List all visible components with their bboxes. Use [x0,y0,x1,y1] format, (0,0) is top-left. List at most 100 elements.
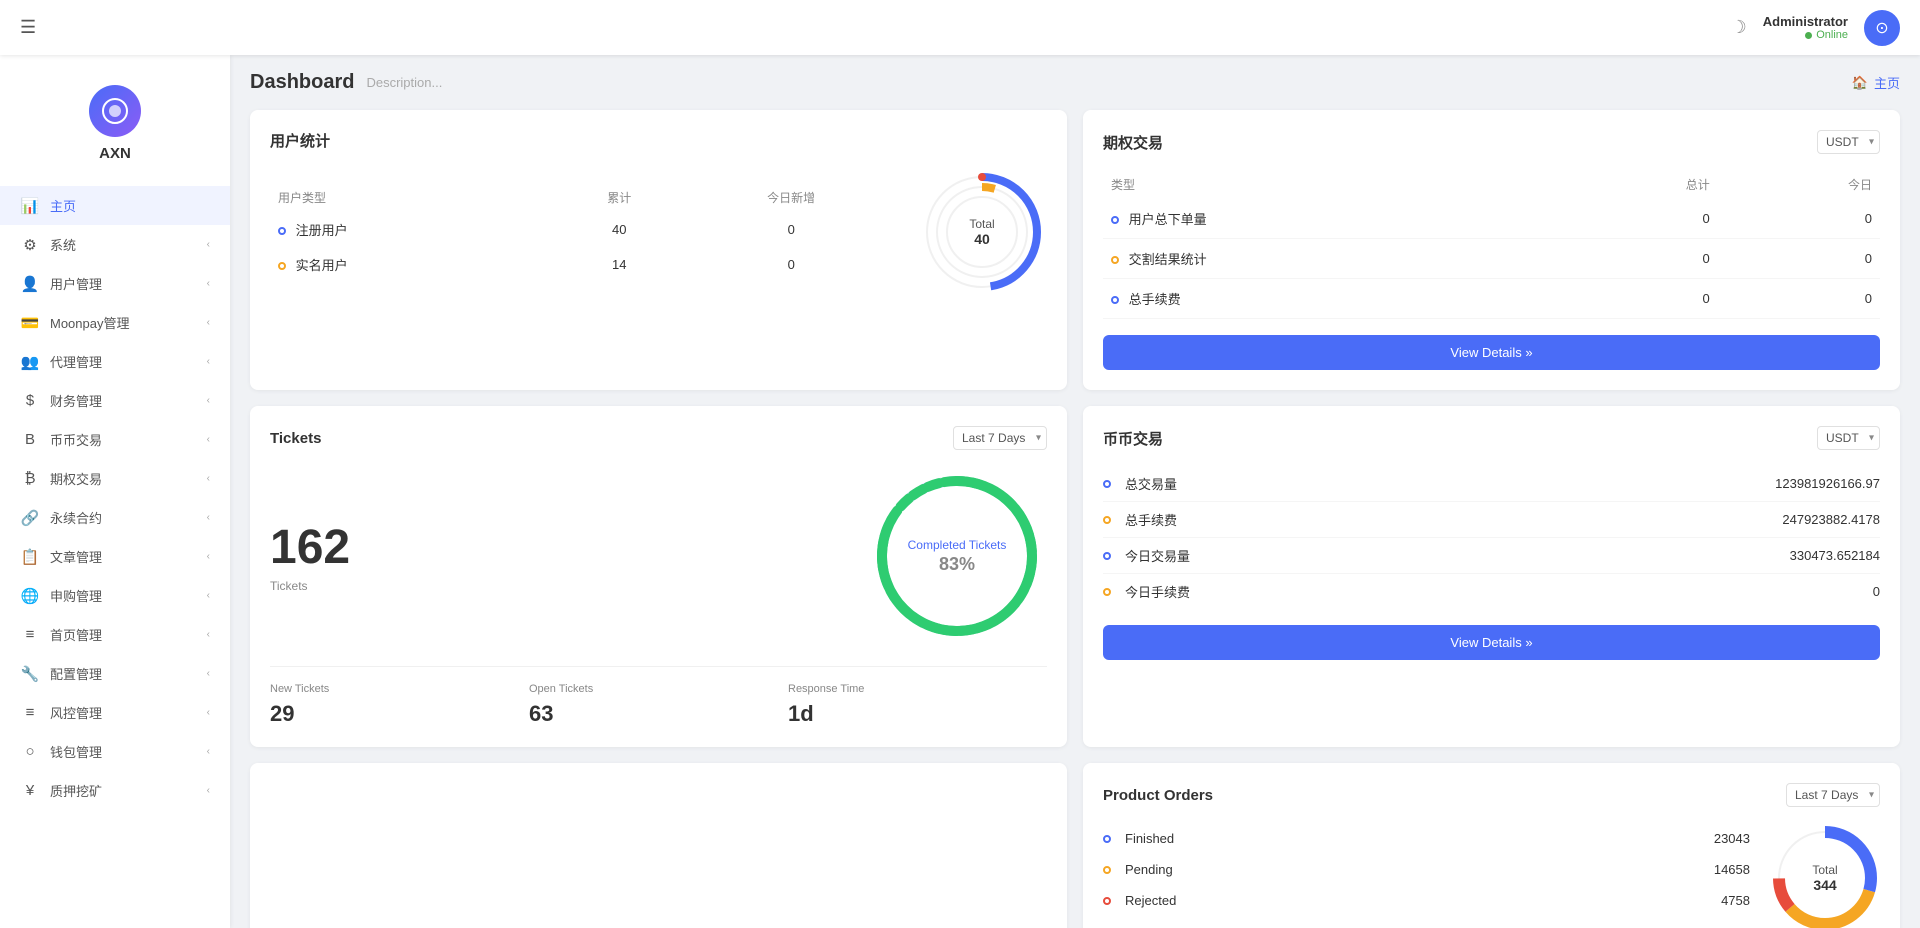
options-trading-card: 期权交易 USDT 类型 总计 今日 [1083,110,1900,390]
orders-list: Finished 23043 Pending 14658 Rejected [1103,823,1750,916]
homepage-icon: ≡ [20,626,40,643]
risk-icon: ≡ [20,704,40,721]
sidebar-item-config-label: 配置管理 [50,664,102,683]
sidebar-item-options[interactable]: ₿ 期权交易 ‹ [0,459,230,498]
home-breadcrumb[interactable]: 🏠 主页 [1852,73,1900,92]
dot-orange-icon [1111,256,1119,264]
user-stats-card: 用户统计 用户类型 累计 今日新增 [250,110,1067,390]
agents-chevron-icon: ‹ [207,356,210,367]
dot-orange-icon [1103,588,1111,596]
new-tickets-value: 29 [270,701,529,727]
sidebar-item-articles[interactable]: 📋 文章管理 ‹ [0,537,230,576]
product-orders-donut: Total 344 [1770,823,1880,928]
page-title: Dashboard [250,71,354,94]
sidebar-item-moonpay-label: Moonpay管理 [50,313,129,332]
tickets-stat-response: Response Time 1d [788,683,1047,727]
user-type-registered: 注册用户 [270,212,553,247]
sidebar-item-finance[interactable]: $ 财务管理 ‹ [0,381,230,420]
sidebar-item-home[interactable]: 📊 主页 [0,186,230,225]
dot-blue-icon [1111,216,1119,224]
sidebar-item-mining[interactable]: ¥ 质押挖矿 ‹ [0,771,230,810]
currency-view-details-button[interactable]: View Details » [1103,625,1880,660]
currency-item-3-value: 330473.652184 [1790,548,1880,563]
options-view-details-button[interactable]: View Details » [1103,335,1880,370]
sidebar-item-homepage[interactable]: ≡ 首页管理 ‹ [0,615,230,654]
user-name: Administrator [1763,14,1848,29]
sidebar-item-risk[interactable]: ≡ 风控管理 ‹ [0,693,230,732]
page-title-area: Dashboard Description... [250,71,442,94]
sidebar-item-purchase[interactable]: 🌐 申购管理 ‹ [0,576,230,615]
currency-trading-card: 币币交易 USDT 总交易量 1 [1083,406,1900,747]
sidebar-item-finance-label: 财务管理 [50,391,102,410]
options-row2-today: 0 [1718,239,1880,279]
sidebar-item-perpetual[interactable]: 🔗 永续合约 ‹ [0,498,230,537]
sidebar-item-agents-left: 👥 代理管理 [20,352,102,371]
sidebar-item-home-left: 📊 主页 [20,196,76,215]
table-row: 交割结果统计 0 0 [1103,239,1880,279]
currency-item-4-left: 今日手续费 [1103,582,1873,601]
status-dot [1805,32,1812,39]
sidebar-item-articles-left: 📋 文章管理 [20,547,102,566]
moonpay-icon: 💳 [20,314,40,332]
theme-toggle-icon[interactable]: ☽ [1731,17,1747,38]
currency-items-list: 总交易量 123981926166.97 总手续费 247923882.4178 [1103,466,1880,609]
sidebar-item-config[interactable]: 🔧 配置管理 ‹ [0,654,230,693]
sidebar-item-agents-label: 代理管理 [50,352,102,371]
sidebar-item-home-label: 主页 [50,196,76,215]
currency-item-1-label: 总交易量 [1125,474,1177,493]
sidebar-item-system[interactable]: ⚙ 系统 ‹ [0,225,230,264]
hamburger-button[interactable]: ☰ [20,17,36,38]
product-orders-dropdown[interactable]: Last 7 Days [1786,783,1880,807]
registered-today: 0 [685,212,897,247]
pending-label: Pending [1125,862,1706,877]
content-area: Dashboard Description... 🏠 主页 用户统计 [230,55,1920,928]
sidebar-item-coin-trade[interactable]: B 币币交易 ‹ [0,420,230,459]
order-item-finished: Finished 23043 [1103,823,1750,854]
table-row: 实名用户 14 0 [270,247,897,282]
options-row1-total: 0 [1556,199,1718,239]
users-chevron-icon: ‹ [207,278,210,289]
tickets-content: 162 Tickets [270,466,1047,646]
sidebar-item-agents[interactable]: 👥 代理管理 ‹ [0,342,230,381]
user-stats-table: 用户类型 累计 今日新增 注册用户 [270,183,897,282]
tickets-dropdown-wrapper: Last 7 Days [953,426,1047,450]
options-row3-total: 0 [1556,279,1718,319]
sidebar-item-moonpay[interactable]: 💳 Moonpay管理 ‹ [0,303,230,342]
options-row2-total: 0 [1556,239,1718,279]
sidebar-item-finance-left: $ 财务管理 [20,391,102,410]
tickets-circle-label: Completed Tickets 83% [908,538,1007,575]
dot-orange-icon [1103,866,1111,874]
currency-dropdown[interactable]: USDT [1817,426,1880,450]
options-dropdown-wrapper: USDT [1817,130,1880,154]
page-description: Description... [366,75,442,90]
order-item-pending: Pending 14658 [1103,854,1750,885]
user-stats-donut: Total 40 [917,167,1047,297]
tickets-completed-label: Completed Tickets [908,538,1007,552]
user-type-verified: 实名用户 [270,247,553,282]
tickets-card: Tickets Last 7 Days 162 Tickets [250,406,1067,747]
currency-item-4-label: 今日手续费 [1125,582,1190,601]
topbar: ☰ ☽ Administrator Online ⊙ [0,0,1920,55]
tickets-period-dropdown[interactable]: Last 7 Days [953,426,1047,450]
options-trading-title: 期权交易 [1103,132,1163,153]
orders-donut-total-value: 344 [1812,877,1837,893]
rejected-label: Rejected [1125,893,1713,908]
tickets-total-label: Tickets [270,579,837,593]
sidebar-item-wallet[interactable]: ○ 钱包管理 ‹ [0,732,230,771]
topbar-left: ☰ [20,17,36,38]
finance-chevron-icon: ‹ [207,395,210,406]
finance-icon: $ [20,392,40,409]
currency-trading-header: 币币交易 USDT [1103,426,1880,450]
page-header: Dashboard Description... 🏠 主页 [250,71,1900,94]
user-stats-header: 用户统计 [270,130,1047,151]
options-row2-type: 交割结果统计 [1103,239,1556,279]
sidebar-item-users[interactable]: 👤 用户管理 ‹ [0,264,230,303]
sidebar-item-users-label: 用户管理 [50,274,102,293]
options-currency-dropdown[interactable]: USDT [1817,130,1880,154]
product-orders-dropdown-wrapper: Last 7 Days [1786,783,1880,807]
col-total-header: 累计 [553,183,685,212]
sidebar-item-purchase-left: 🌐 申购管理 [20,586,102,605]
col-type-header: 用户类型 [270,183,553,212]
user-avatar[interactable]: ⊙ [1864,10,1900,46]
sidebar-item-risk-label: 风控管理 [50,703,102,722]
